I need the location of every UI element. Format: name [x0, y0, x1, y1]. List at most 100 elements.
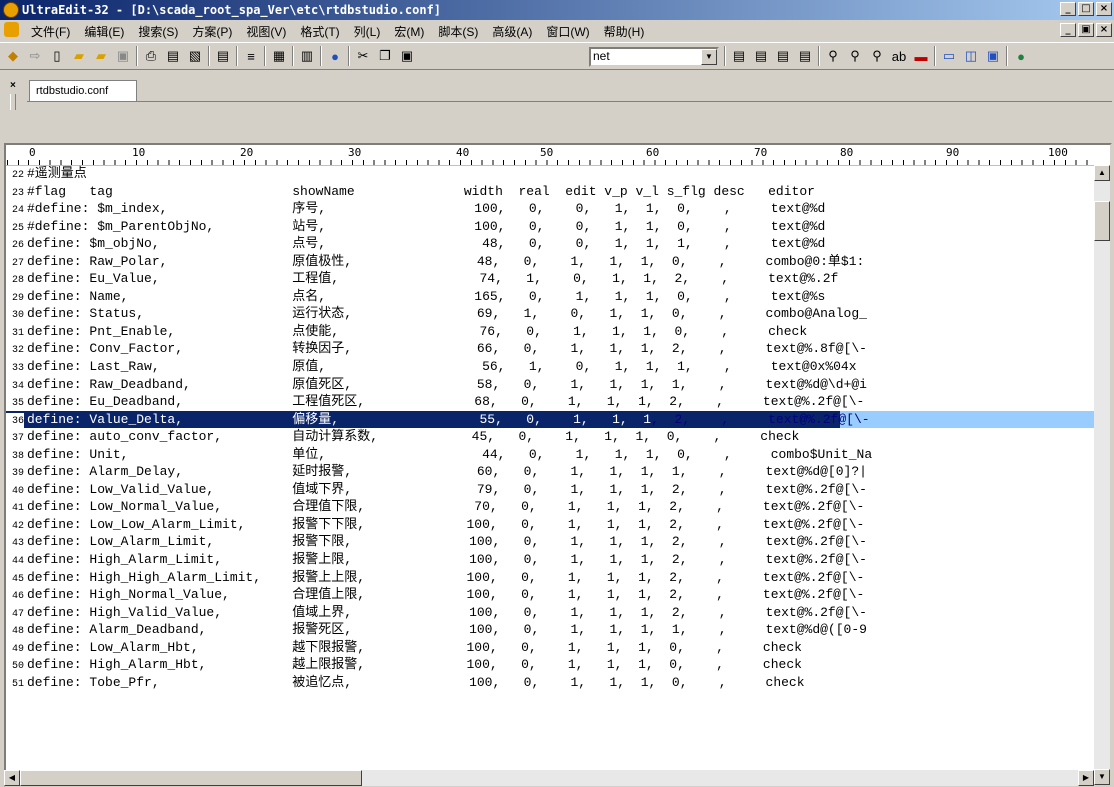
- menu-search[interactable]: 搜索(S): [131, 23, 185, 40]
- text-line[interactable]: 49 define: Low_Alarm_Hbt, 越下限报警, 100, 0, …: [6, 639, 1096, 657]
- text-line[interactable]: 47 define: High_Valid_Value, 值域上界, 100, 0…: [6, 604, 1096, 622]
- hex-mode-icon[interactable]: ▦: [270, 47, 288, 65]
- menu-macro[interactable]: 宏(M): [387, 23, 431, 40]
- search-combo[interactable]: ▼: [589, 47, 719, 67]
- justify-icon[interactable]: ▤: [796, 47, 814, 65]
- minimize-button[interactable]: _: [1060, 2, 1076, 16]
- find-prev-icon[interactable]: ⚲: [868, 47, 886, 65]
- align-center-icon[interactable]: ▤: [752, 47, 770, 65]
- split-vertical-icon[interactable]: ◫: [962, 47, 980, 65]
- goto-icon[interactable]: ▬: [912, 47, 930, 65]
- menu-window[interactable]: 窗口(W): [539, 23, 596, 40]
- menu-bar: 文件(F) 编辑(E) 搜索(S) 方案(P) 视图(V) 格式(T) 列(L)…: [0, 20, 1114, 40]
- print-icon[interactable]: ⎙: [142, 47, 160, 65]
- menu-edit[interactable]: 编辑(E): [77, 23, 131, 40]
- scroll-right-icon[interactable]: ▶: [1078, 770, 1094, 786]
- close-button[interactable]: ×: [1096, 2, 1112, 16]
- text-line[interactable]: 35 define: Eu_Deadband, 工程值死区, 68, 0, 1, …: [6, 393, 1096, 411]
- text-line[interactable]: 48 define: Alarm_Deadband, 报警死区, 100, 0, …: [6, 621, 1096, 639]
- scroll-left-icon[interactable]: ◀: [4, 770, 20, 786]
- find-icon[interactable]: ⚲: [824, 47, 842, 65]
- doc-restore-button[interactable]: ▣: [1078, 23, 1094, 37]
- cut-icon[interactable]: ✂: [354, 47, 372, 65]
- text-line[interactable]: 38 define: Unit, 单位, 44, 0, 1, 1, 1, 0, ,…: [6, 446, 1096, 464]
- close-tab-icon[interactable]: ×: [10, 80, 16, 91]
- tab-grip[interactable]: [10, 94, 16, 110]
- save-icon[interactable]: ▣: [114, 47, 132, 65]
- web-icon[interactable]: ●: [1012, 47, 1030, 65]
- text-line[interactable]: 29 define: Name, 点名, 165, 0, 1, 1, 1, 0, …: [6, 288, 1096, 306]
- text-line[interactable]: 39 define: Alarm_Delay, 延时报警, 60, 0, 1, 1…: [6, 463, 1096, 481]
- text-line[interactable]: 32 define: Conv_Factor, 转换因子, 66, 0, 1, 1…: [6, 340, 1096, 358]
- print-setup-icon[interactable]: ▧: [186, 47, 204, 65]
- text-line[interactable]: 41 define: Low_Normal_Value, 合理值下限, 70, 0…: [6, 498, 1096, 516]
- document-properties-icon[interactable]: ▤: [214, 47, 232, 65]
- text-line[interactable]: 50 define: High_Alarm_Hbt, 越上限报警, 100, 0,…: [6, 656, 1096, 674]
- text-line[interactable]: 26 define: $m_objNo, 点号, 48, 0, 0, 1, 1, …: [6, 235, 1096, 253]
- selected-text-line[interactable]: 36 define: Value_Delta, 偏移量, 55, 0, 1, 1,…: [6, 410, 1096, 431]
- line-text: define: auto_conv_factor, 自动计算系数, 45, 0,…: [27, 429, 800, 445]
- back-icon[interactable]: ◆: [4, 47, 22, 65]
- maximize-button[interactable]: □: [1078, 2, 1094, 16]
- text-line[interactable]: 23 #flag tag showName width real edit v_p…: [6, 183, 1096, 201]
- align-left-icon[interactable]: ▤: [730, 47, 748, 65]
- menu-view[interactable]: 视图(V): [239, 23, 293, 40]
- text-line[interactable]: 40 define: Low_Valid_Value, 值域下界, 79, 0, …: [6, 481, 1096, 499]
- text-line[interactable]: 42 define: Low_Low_Alarm_Limit, 报警下下限, 10…: [6, 516, 1096, 534]
- ruler-label: 30: [348, 146, 362, 159]
- text-line[interactable]: 24 #define: $m_index, 序号, 100, 0, 0, 1, 1…: [6, 200, 1096, 218]
- column-mode-icon[interactable]: ▥: [298, 47, 316, 65]
- text-line[interactable]: 51 define: Tobe_Pfr, 被追忆点, 100, 0, 1, 1, …: [6, 674, 1096, 692]
- open-folder-icon[interactable]: ▰: [70, 47, 88, 65]
- text-line[interactable]: 34 define: Raw_Deadband, 原值死区, 58, 0, 1, …: [6, 376, 1096, 394]
- open-folder-2-icon[interactable]: ▰: [92, 47, 110, 65]
- text-line[interactable]: 37 define: auto_conv_factor, 自动计算系数, 45, …: [6, 428, 1096, 446]
- chevron-down-icon[interactable]: ▼: [701, 49, 717, 65]
- text-line[interactable]: 30 define: Status, 运行状态, 69, 1, 0, 1, 1, …: [6, 305, 1096, 323]
- text-line[interactable]: 45 define: High_High_Alarm_Limit, 报警上上限, …: [6, 569, 1096, 587]
- text-line[interactable]: 46 define: High_Normal_Value, 合理值上限, 100,…: [6, 586, 1096, 604]
- word-wrap-icon[interactable]: ≡: [242, 47, 260, 65]
- scroll-up-icon[interactable]: ▲: [1094, 165, 1110, 181]
- menu-script[interactable]: 脚本(S): [431, 23, 485, 40]
- editor-pane[interactable]: 0 10 20 30 40 50 60 70 80 90 100 22 #遥测量点…: [4, 143, 1112, 787]
- menu-project[interactable]: 方案(P): [185, 23, 239, 40]
- align-right-icon[interactable]: ▤: [774, 47, 792, 65]
- text-line[interactable]: 25 #define: $m_ParentObjNo, 站号, 100, 0, 0…: [6, 218, 1096, 236]
- copy-icon[interactable]: ❐: [376, 47, 394, 65]
- text-line[interactable]: 27 define: Raw_Polar, 原值极性, 48, 0, 1, 1, …: [6, 253, 1096, 271]
- text-line[interactable]: 44 define: High_Alarm_Limit, 报警上限, 100, 0…: [6, 551, 1096, 569]
- horizontal-scrollbar[interactable]: ◀ ▶: [4, 770, 1094, 786]
- ultraedit-app-icon[interactable]: [3, 2, 19, 18]
- vertical-scrollbar[interactable]: ▲ ▼: [1094, 165, 1110, 785]
- text-line[interactable]: 43 define: Low_Alarm_Limit, 报警下限, 100, 0,…: [6, 533, 1096, 551]
- doc-close-button[interactable]: ×: [1096, 23, 1112, 37]
- cascade-icon[interactable]: ▣: [984, 47, 1002, 65]
- document-icon[interactable]: [4, 22, 19, 37]
- find-next-icon[interactable]: ⚲: [846, 47, 864, 65]
- menu-format[interactable]: 格式(T): [293, 23, 346, 40]
- doc-minimize-button[interactable]: _: [1060, 23, 1076, 37]
- vertical-scroll-thumb[interactable]: [1094, 201, 1110, 241]
- text-line[interactable]: 22 #遥测量点: [6, 165, 1096, 183]
- text-lines[interactable]: 22 #遥测量点 23 #flag tag showName width real e…: [6, 165, 1096, 691]
- forward-icon[interactable]: ⇨: [26, 47, 44, 65]
- menu-column[interactable]: 列(L): [347, 23, 388, 40]
- tab-rtdbstudio-conf[interactable]: rtdbstudio.conf: [29, 80, 137, 102]
- ftp-icon[interactable]: ●: [326, 47, 344, 65]
- text-line[interactable]: 28 define: Eu_Value, 工程值, 74, 1, 0, 1, 1,…: [6, 270, 1096, 288]
- horizontal-scroll-thumb[interactable]: [20, 770, 362, 786]
- print-preview-icon[interactable]: ▤: [164, 47, 182, 65]
- paste-icon[interactable]: ▣: [398, 47, 416, 65]
- ruler-label: 0: [29, 146, 36, 159]
- search-input[interactable]: [591, 49, 695, 63]
- replace-icon[interactable]: ab: [890, 47, 908, 65]
- menu-help[interactable]: 帮助(H): [597, 23, 652, 40]
- new-file-icon[interactable]: ▯: [48, 47, 66, 65]
- scroll-down-icon[interactable]: ▼: [1094, 769, 1110, 785]
- split-horizontal-icon[interactable]: ▭: [940, 47, 958, 65]
- text-line[interactable]: 33 define: Last_Raw, 原值, 56, 1, 0, 1, 1, …: [6, 358, 1096, 376]
- text-line[interactable]: 31 define: Pnt_Enable, 点使能, 76, 0, 1, 1, …: [6, 323, 1096, 341]
- menu-advanced[interactable]: 高级(A): [485, 23, 539, 40]
- menu-file[interactable]: 文件(F): [24, 23, 77, 40]
